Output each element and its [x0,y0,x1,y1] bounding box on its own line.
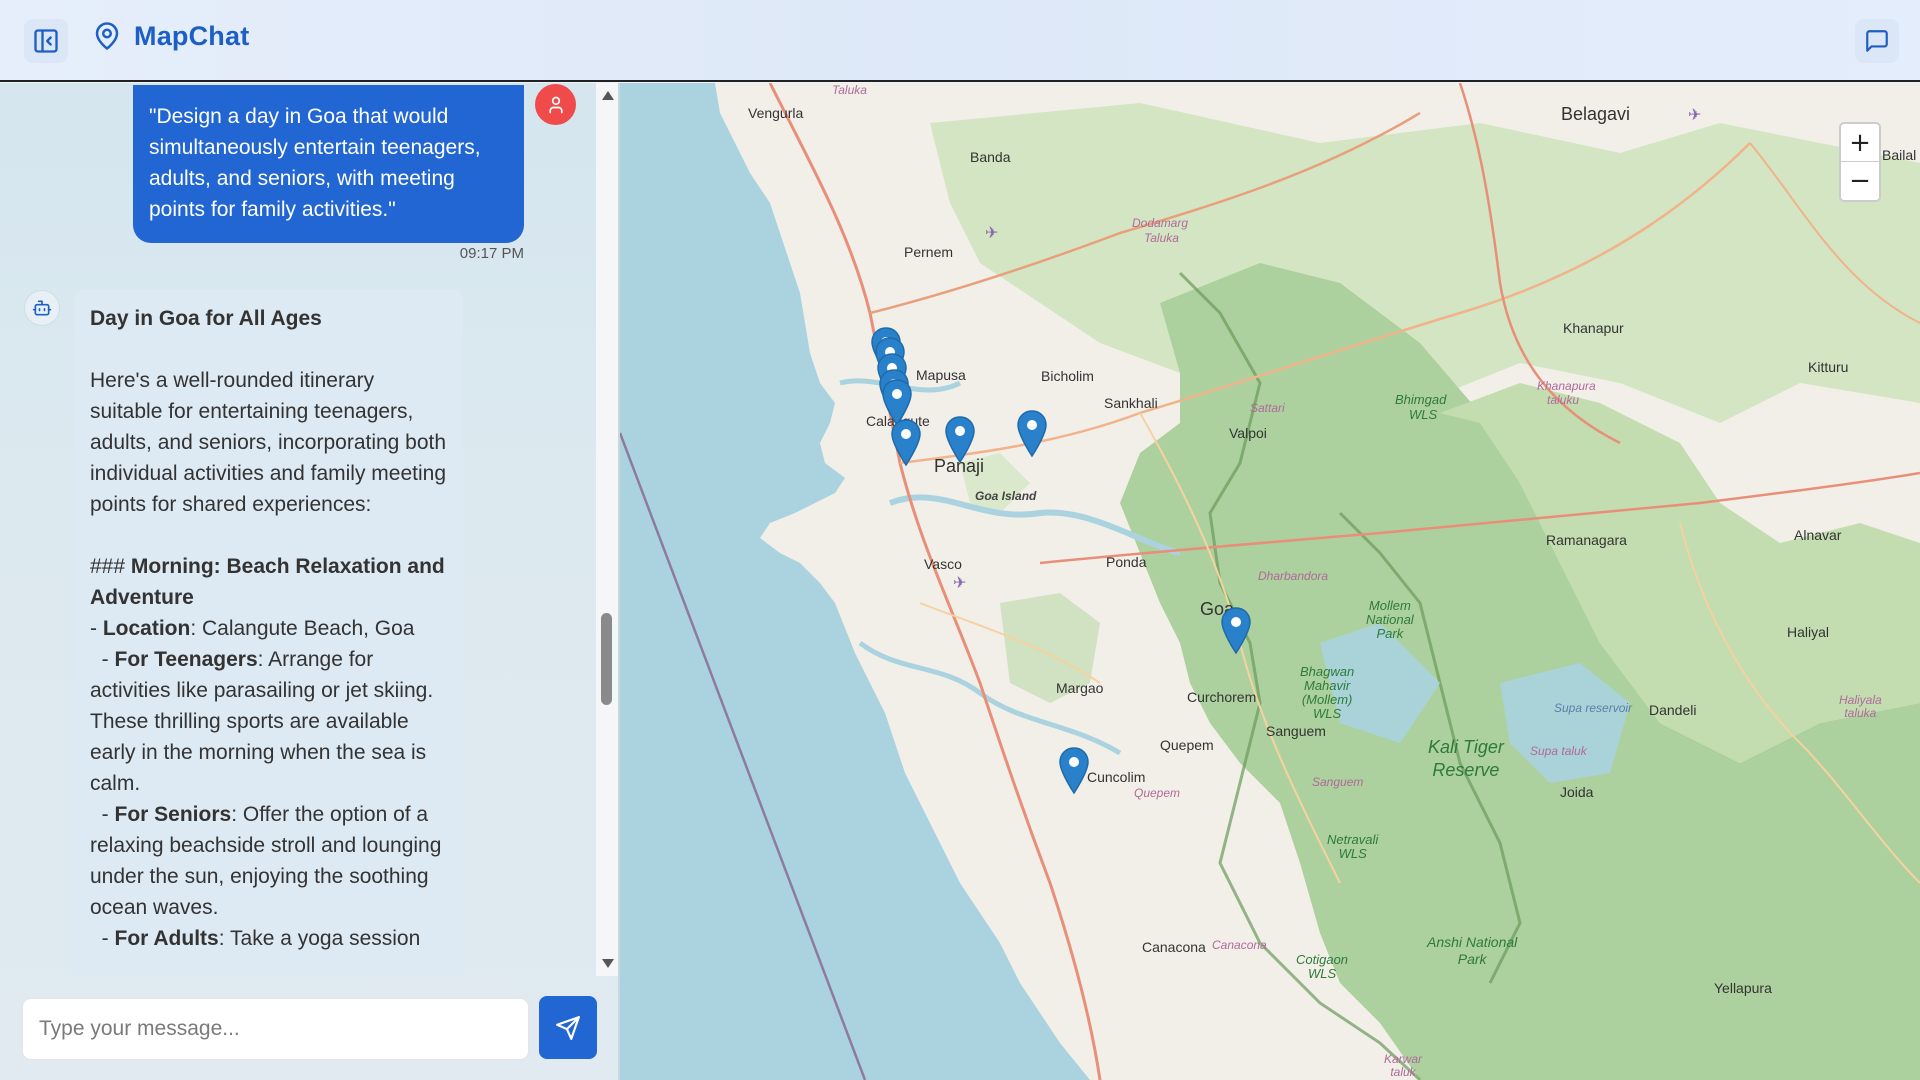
map-label: Supa taluk [1530,744,1587,758]
chat-sidebar: "Design a day in Goa that would simultan… [0,83,620,1080]
map-label: Sanguem [1266,723,1326,739]
map-label: Quepem [1134,786,1181,800]
bot-intro-text: Here's a well-rounded itinerary suitable… [90,369,447,516]
teen-line: - For Teenagers: Arrange for activities … [90,648,434,795]
app-title: MapChat [134,20,250,51]
message-input[interactable] [22,998,529,1060]
map-label: Dodamarg [1132,216,1189,230]
map-label: Cuncolim [1087,769,1146,785]
map-label: WLS [1409,407,1438,422]
map-label: Karwar taluk [1384,1052,1423,1079]
map-label: Netravali WLS [1327,832,1379,861]
map-marker-icon[interactable] [1016,410,1048,458]
map-label: Haliyala taluka [1839,693,1882,720]
user-icon [548,96,563,113]
airport-icon: ✈ [953,575,967,592]
airport-icon: ✈ [985,225,999,242]
user-message-text: "Design a day in Goa that would simultan… [149,105,481,221]
zoom-out-button[interactable]: − [1841,162,1879,200]
app-header: MapChat [0,0,1920,82]
map-label: Kitturu [1808,359,1849,375]
map-label: Mapusa [916,367,966,383]
map-label: Margao [1056,680,1104,696]
chat-messages[interactable]: "Design a day in Goa that would simultan… [0,83,598,976]
map-label: Goa Island [975,489,1037,503]
bot-avatar [24,290,60,326]
location-line: - Location: Calangute Beach, Goa [90,617,415,640]
map-label: Khanapur [1563,320,1624,336]
map-label: Taluka [832,83,867,97]
map-label: Canacona [1212,938,1267,952]
bot-message-title: Day in Goa for All Ages [90,307,322,330]
map-label: taluku [1547,393,1580,407]
map-label: Bhimgad [1395,392,1447,407]
map-marker-icon[interactable] [890,419,922,467]
map-label: Alnavar [1794,527,1842,543]
scrollbar-thumb[interactable] [601,613,612,705]
map-label: Sattari [1250,401,1285,415]
senior-line: - For Seniors: Offer the option of a rel… [90,803,442,919]
map-label: Quepem [1160,737,1214,753]
map-label: Anshi National Park [1427,934,1518,967]
map-label: Dharbandora [1258,569,1329,583]
scroll-up-arrow-icon[interactable] [602,91,614,100]
map-view[interactable]: Taluka Vengurla Banda Belagavi Bailal Do… [620,83,1920,1080]
map-label: Sankhali [1104,395,1158,411]
map-label: Vengurla [748,105,804,121]
map-label: Dandeli [1649,702,1697,718]
zoom-control: + − [1839,122,1881,202]
map-pin-icon [95,22,119,50]
user-avatar [535,84,576,125]
brand[interactable]: MapChat [92,20,249,52]
map-label: Pernem [904,244,954,260]
map-label: Ponda [1106,554,1147,570]
map-label: Ramanagara [1546,532,1627,548]
zoom-in-button[interactable]: + [1841,124,1879,162]
map-label: Sanguem [1312,775,1364,789]
airport-icon: ✈ [1688,107,1702,124]
send-icon [556,1015,580,1040]
map-label: Haliyal [1787,624,1830,640]
bot-message-bubble: Day in Goa for All Ages Here's a well-ro… [74,289,463,976]
chat-toggle-button[interactable] [1855,19,1899,63]
map-label: Supa reservoir [1554,701,1633,715]
sidebar-collapse-icon [34,29,58,53]
send-button[interactable] [539,996,597,1059]
message-composer [0,976,618,1080]
map-label: Mollem National Park [1366,598,1414,641]
section-heading: ### Morning: Beach Relaxation and Advent… [90,555,445,609]
map-label: Vasco [924,556,962,572]
adult-line: - For Adults: Take a yoga session [90,927,421,950]
map-label: Kali Tiger Reserve [1428,737,1504,780]
map-label: Canacona [1142,939,1206,955]
map-label: Banda [970,149,1011,165]
map-label: Bhagwan Mahavir (Mollem) WLS [1300,664,1355,721]
map-marker-icon[interactable] [1220,607,1252,655]
message-timestamp: 09:17 PM [459,245,524,262]
map-label: Yellapura [1714,980,1772,996]
chat-scrollbar[interactable] [596,83,618,976]
map-label: Khanapura [1537,379,1596,393]
map-label: Belagavi [1561,104,1631,124]
scroll-down-arrow-icon[interactable] [602,959,614,968]
map-label: Taluka [1144,231,1179,245]
map-marker-icon[interactable] [944,416,976,464]
map-label: Bailal [1882,147,1917,163]
message-square-icon [1866,30,1888,52]
map-label: Joida [1560,784,1594,800]
map-marker-icon[interactable] [1058,747,1090,795]
bot-icon [32,300,52,316]
map-label: Cotigaon WLS [1296,952,1349,981]
map-label: Bicholim [1041,368,1094,384]
map-label: Curchorem [1187,689,1257,705]
user-message-bubble: "Design a day in Goa that would simultan… [133,85,524,243]
sidebar-toggle-button[interactable] [24,19,68,63]
map-label: Valpoi [1229,425,1267,441]
